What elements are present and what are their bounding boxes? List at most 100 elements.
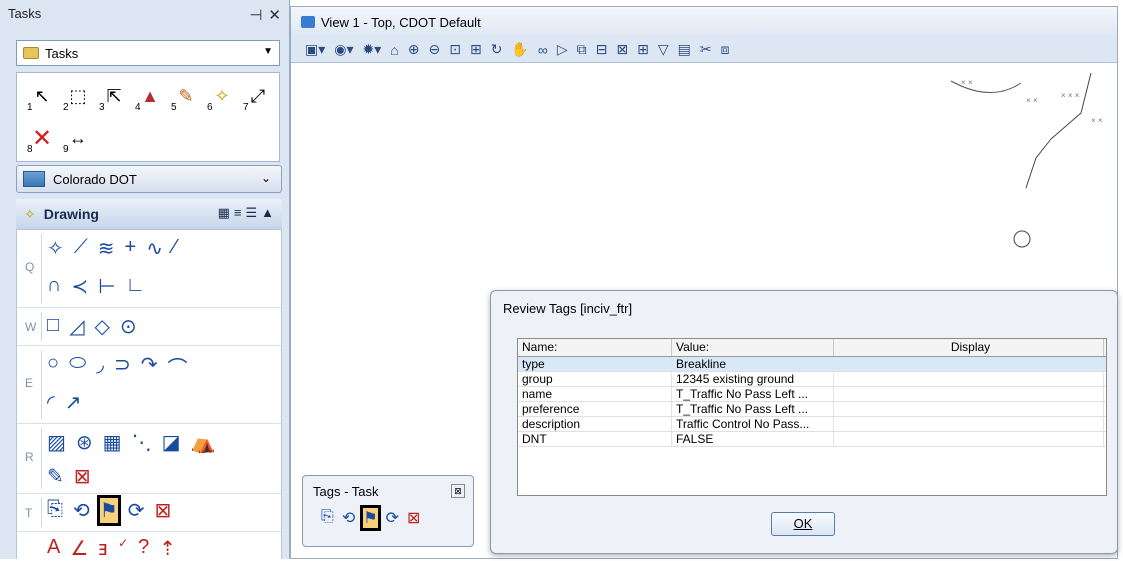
quarter-ellipse-icon[interactable]: ↷ — [141, 352, 158, 381]
clip-volume-icon[interactable]: ⊟ — [596, 41, 608, 58]
collapse-icon[interactable]: ▲ — [261, 205, 274, 221]
update-view-icon[interactable]: ⌂ — [390, 42, 398, 58]
delete-icon[interactable]: ✕ 8 — [27, 125, 55, 156]
attach-tags-icon[interactable]: ⎘ — [321, 508, 334, 528]
filter-icon[interactable]: ▽ — [658, 41, 669, 58]
text-edit-icon[interactable]: ⱻ — [98, 536, 108, 559]
ok-button[interactable]: OK — [771, 512, 835, 536]
edit-tags-icon[interactable]: ⟲ — [342, 508, 355, 528]
shape-icon[interactable]: ◿ — [69, 314, 84, 339]
hatch-icon[interactable]: ▨ — [47, 430, 66, 455]
arc-icon[interactable]: ◞ — [96, 352, 104, 381]
zoom-out-icon[interactable]: ⊖ — [428, 41, 440, 58]
view-next-icon[interactable]: ▷ — [557, 41, 568, 58]
zoom-in-icon[interactable]: ⊕ — [408, 41, 420, 58]
lighting-icon[interactable]: ✹▾ — [363, 41, 382, 58]
modify-arc-angle-icon[interactable]: ↗ — [65, 390, 82, 415]
level-display-icon[interactable]: ▤ — [678, 41, 691, 58]
match-attributes-tool[interactable]: ▲ 4 — [135, 83, 163, 114]
text-angle-icon[interactable]: ∠ — [70, 536, 88, 559]
bspline-icon[interactable]: ∿ — [146, 236, 163, 261]
edit-pattern-icon[interactable]: ✎ — [47, 464, 64, 489]
arc-sweep-icon[interactable]: ◜ — [47, 390, 55, 415]
copy-view-icon[interactable]: ⧉ — [577, 41, 587, 58]
group-t: T ⎘ ⟲ ⚑ ⟳ ⊠ — [17, 494, 281, 532]
arc-chord-icon[interactable]: ≺ — [71, 274, 88, 299]
table-row[interactable]: preference T_Traffic No Pass Left ... — [518, 402, 1106, 417]
list-view-icon[interactable]: ≡ — [234, 205, 242, 221]
column-header-value[interactable]: Value: — [672, 339, 834, 356]
column-header-name[interactable]: Name: — [518, 339, 672, 356]
text-increment-icon[interactable]: ⇡ — [159, 536, 176, 559]
group-letter: Q — [25, 260, 35, 274]
ellipse-icon[interactable]: ⬭ — [69, 352, 86, 381]
circle-center-icon[interactable]: ⊙ — [120, 314, 137, 339]
fit-view-icon[interactable]: ⊞ — [470, 41, 482, 58]
icon-view-grid-icon[interactable]: ▦ — [218, 205, 230, 221]
view-previous-icon[interactable]: ∞ — [538, 42, 548, 58]
cameras-icon[interactable]: ✂ — [700, 41, 712, 58]
element-selection-tool[interactable]: ↖ 1 — [27, 83, 55, 114]
line-icon[interactable]: ⟋ — [74, 236, 88, 261]
linear-pattern-icon[interactable]: ⋱ — [132, 430, 152, 455]
polygon-icon[interactable]: ◇ — [94, 314, 109, 339]
move-tool[interactable]: ⇱ 3 — [99, 83, 127, 114]
close-icon[interactable]: ✕ — [268, 6, 281, 24]
measure-tool[interactable]: ↔ 9 — [63, 125, 91, 156]
circle-icon[interactable]: ○ — [47, 352, 59, 381]
freehand-icon[interactable]: ⁄ — [173, 236, 176, 261]
column-header-display[interactable]: Display — [834, 339, 1104, 356]
change-attributes-tool[interactable]: ✎ 5 — [171, 83, 199, 114]
display-style-icon[interactable]: ◉▾ — [334, 41, 353, 58]
place-smartline-tool[interactable]: ✧ 6 — [207, 83, 235, 114]
pin-icon[interactable]: ⊣ — [249, 6, 262, 24]
table-row[interactable]: DNT FALSE — [518, 432, 1106, 447]
edit-tags-icon[interactable]: ⟲ — [73, 498, 90, 523]
review-tags-icon[interactable]: ⚑ — [96, 495, 121, 526]
block-icon[interactable]: □ — [47, 314, 59, 339]
text-find-icon[interactable]: ? — [138, 536, 149, 559]
delete-tags-icon[interactable]: ⊠ — [407, 508, 420, 528]
angle-icon[interactable]: ∟ — [126, 274, 146, 299]
table-row[interactable]: group 12345 existing ground — [518, 372, 1106, 387]
rotate-view-icon[interactable]: ↻ — [491, 41, 503, 58]
point-icon[interactable]: + — [125, 236, 137, 261]
change-tags-icon[interactable]: ⟳ — [128, 498, 145, 523]
pan-view-icon[interactable]: ✋ — [511, 41, 528, 58]
table-row[interactable]: type Breakline — [518, 357, 1106, 372]
spell-check-icon[interactable]: ✓ — [118, 536, 128, 559]
clip-mask-icon[interactable]: ⊠ — [616, 41, 628, 58]
workflow-dropdown[interactable]: Colorado DOT ⌄ — [16, 165, 282, 193]
review-tags-icon[interactable]: ⚑ — [360, 505, 381, 531]
task-dropdown[interactable]: Tasks ▼ — [16, 40, 280, 66]
detail-view-icon[interactable]: ☰ — [245, 205, 257, 221]
show-pattern-icon[interactable]: ◪ — [162, 430, 181, 455]
match-pattern-icon[interactable]: ⛺ — [190, 430, 215, 455]
table-row[interactable]: name T_Traffic No Pass Left ... — [518, 387, 1106, 402]
window-area-icon[interactable]: ⊡ — [449, 41, 461, 58]
multiline-icon[interactable]: ≋ — [98, 236, 115, 261]
scale-tool[interactable]: ⤢ 7 — [243, 83, 271, 114]
change-tags-icon[interactable]: ⟳ — [386, 508, 399, 528]
place-text-icon[interactable]: A — [47, 536, 60, 559]
pattern-icon[interactable]: ▦ — [103, 430, 122, 455]
render-icon[interactable]: ⧈ — [721, 41, 730, 58]
dimension-icon[interactable]: ⊢ — [98, 274, 115, 299]
main-tools-grid: ↖ 1 ⬚ 2 ⇱ 3 ▲ 4 ✎ 5 ✧ 6 ⤢ 7 ✕ 8 ↔ 9 — [16, 72, 280, 162]
delete-pattern-icon[interactable]: ⊠ — [74, 464, 91, 489]
half-ellipse-icon[interactable]: ⊃ — [114, 352, 131, 381]
fence-tool[interactable]: ⬚ 2 — [63, 83, 91, 114]
close-icon[interactable]: ⊠ — [451, 484, 465, 498]
saved-views-icon[interactable]: ⊞ — [637, 41, 649, 58]
table-row[interactable]: description Traffic Control No Pass... — [518, 417, 1106, 432]
attach-tags-icon[interactable]: ⎘ — [47, 498, 63, 523]
crosshatch-icon[interactable]: ⊛ — [76, 430, 93, 455]
smartline-icon[interactable]: ✧ — [47, 236, 64, 261]
drawing-section-header[interactable]: ✧ Drawing ▦ ≡ ☰ ▲ — [16, 199, 282, 229]
chevron-down-icon[interactable]: ⌄ — [261, 171, 271, 185]
modify-arc-icon[interactable]: ⌒ — [167, 352, 187, 381]
view-attributes-icon[interactable]: ▣▾ — [305, 41, 325, 58]
chevron-down-icon[interactable]: ▼ — [263, 46, 273, 57]
delete-tags-icon[interactable]: ⊠ — [154, 498, 171, 523]
curve-icon[interactable]: ∩ — [47, 274, 61, 299]
